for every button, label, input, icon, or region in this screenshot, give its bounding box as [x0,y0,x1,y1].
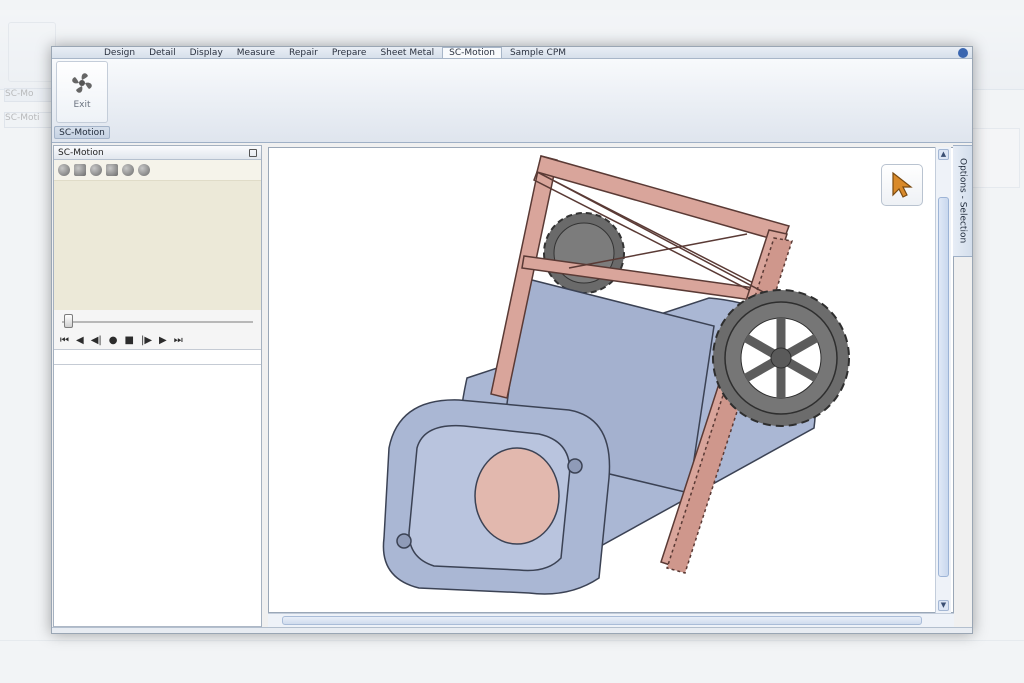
vertical-scroll-thumb[interactable] [938,197,949,577]
tab-display[interactable]: Display [184,48,229,58]
reverse-play-button[interactable]: ◀ [76,335,84,346]
grid-tool-icon[interactable] [106,164,118,176]
ribbon-tab-bar: Design Detail Display Measure Repair Pre… [52,47,972,59]
exit-button[interactable]: Exit [56,61,108,123]
tab-repair[interactable]: Repair [283,48,324,58]
tab-sc-motion[interactable]: SC-Motion [442,47,502,58]
first-frame-button[interactable]: ⏮ [60,335,69,346]
help-icon[interactable] [958,48,968,58]
playback-controls: ⏮ ◀ ◀| ● ■ |▶ ▶ ⏭ [54,332,261,350]
tab-sheet-metal[interactable]: Sheet Metal [374,48,440,58]
stop-button[interactable]: ■ [125,335,134,346]
background-group-label: SC-Mo [4,88,52,102]
vertical-scrollbar[interactable]: ▲ ▼ [935,147,951,613]
properties-area [54,180,261,310]
application-window: Design Detail Display Measure Repair Pre… [51,46,973,634]
slider-thumb[interactable] [64,314,73,328]
tab-sample-cpm[interactable]: Sample CPM [504,48,572,58]
pin-icon[interactable] [249,148,257,157]
tab-measure[interactable]: Measure [231,48,281,58]
exit-label: Exit [73,100,91,110]
cad-model [382,155,850,595]
step-back-button[interactable]: ◀| [91,335,102,346]
slider-track [62,321,253,323]
background-sub-label: SC-Moti [4,112,52,128]
panel-title: SC-Motion [58,147,104,158]
ribbon: Exit SC-Motion [52,59,972,143]
last-frame-button[interactable]: ⏭ [174,335,183,346]
tab-prepare[interactable]: Prepare [326,48,373,58]
horizontal-scrollbar[interactable] [268,613,954,627]
options-selection-tab[interactable]: Options - Selection [953,145,972,257]
sc-motion-panel: SC-Motion ⏮ ◀ ◀| ● ■ |▶ ▶ ⏭ [53,145,262,633]
horizontal-scroll-thumb[interactable] [282,616,922,625]
background-select-tool [972,128,1020,188]
step-forward-button[interactable]: |▶ [141,335,152,346]
scroll-down-icon[interactable]: ▼ [938,600,949,611]
gear-tool-icon[interactable] [74,164,86,176]
sphere-icon[interactable] [90,164,102,176]
ribbon-group-sc-motion: Exit SC-Motion [54,61,110,139]
panel-title-bar: SC-Motion [54,146,261,160]
time-slider[interactable] [54,310,261,332]
play-button[interactable]: ▶ [159,335,167,346]
background-statusbar [0,640,1024,683]
side-gear [712,289,850,427]
settings-icon[interactable] [138,164,150,176]
side-tab-label: Options - Selection [957,158,968,244]
front-flange [382,399,611,595]
tab-detail[interactable]: Detail [143,48,182,58]
motion-tree[interactable] [54,364,261,616]
fan-icon [72,73,92,93]
background-exit-button [8,22,56,82]
select-tool-button[interactable] [881,164,923,206]
record-button[interactable]: ● [109,335,118,346]
tab-design[interactable]: Design [98,48,141,58]
panel-toolbar [54,160,261,180]
joint-icon[interactable] [58,164,70,176]
ribbon-group-label: SC-Motion [54,126,110,139]
arrow-pointer-icon [892,171,913,198]
3d-viewport[interactable] [268,147,954,613]
status-bar [52,627,972,633]
scroll-up-icon[interactable]: ▲ [938,149,949,160]
globe-icon[interactable] [122,164,134,176]
